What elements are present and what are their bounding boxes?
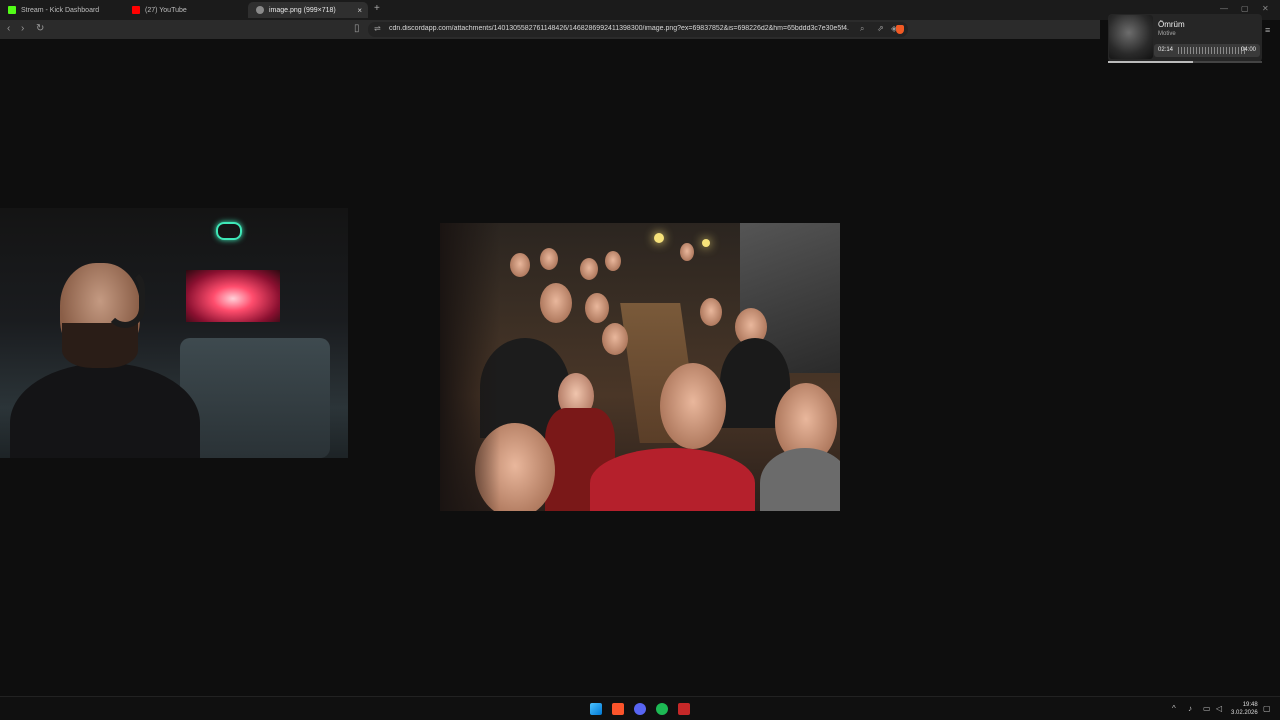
- tab-youtube[interactable]: (27) YouTube: [124, 2, 248, 18]
- person-face: [585, 293, 609, 323]
- webcam-feed: [0, 208, 348, 458]
- progress-track: [1108, 61, 1262, 63]
- tab-label: Stream - Kick Dashboard: [21, 6, 100, 14]
- share-icon[interactable]: ⇗: [877, 24, 884, 33]
- person-face: [510, 253, 530, 277]
- menu-icon[interactable]: ≡: [1265, 25, 1270, 35]
- background-sofa: [180, 338, 330, 458]
- clock-time: 19:48: [1242, 702, 1258, 708]
- background-tv: [186, 270, 280, 322]
- person-face: [680, 243, 694, 261]
- zoom-icon[interactable]: ⌕: [860, 24, 864, 34]
- ceiling-light: [654, 233, 664, 243]
- red-shirt: [590, 448, 755, 511]
- windows-start-icon[interactable]: [590, 703, 602, 715]
- left-shadow: [440, 223, 500, 511]
- album-art: [1109, 15, 1153, 59]
- tab-label: image.png (999×718): [269, 6, 336, 14]
- tray-overflow-icon[interactable]: ^: [1172, 704, 1176, 713]
- obs-icon[interactable]: [678, 703, 690, 715]
- person-body: [760, 448, 840, 511]
- minimize-icon[interactable]: —: [1220, 4, 1228, 13]
- notifications-icon[interactable]: ▢: [1263, 704, 1271, 713]
- displayed-image[interactable]: [440, 223, 840, 511]
- reload-icon[interactable]: ↻: [36, 23, 44, 34]
- streamer-body: [10, 363, 200, 458]
- site-settings-icon[interactable]: ⇌: [374, 24, 381, 33]
- person-face: [602, 323, 628, 355]
- total-time: 04:00: [1240, 47, 1256, 53]
- headset: [105, 268, 145, 328]
- streamer-beard: [62, 323, 138, 368]
- forward-icon[interactable]: ›: [21, 23, 24, 34]
- ceiling-light: [702, 239, 710, 247]
- person-face: [580, 258, 598, 280]
- spotify-icon[interactable]: [656, 703, 668, 715]
- tab-image-png[interactable]: image.png (999×718) ×: [248, 2, 368, 18]
- playback-bar: 02:14 04:00: [1154, 44, 1260, 57]
- brave-icon[interactable]: [612, 703, 624, 715]
- person-face: [540, 283, 572, 323]
- new-tab-button[interactable]: +: [374, 3, 380, 14]
- bookmark-icon[interactable]: ▯: [354, 23, 360, 34]
- tab-bar: Stream - Kick Dashboard (27) YouTube ima…: [0, 0, 1280, 20]
- address-bar[interactable]: ⇌ cdn.discordapp.com/attachments/1401305…: [368, 22, 908, 37]
- elapsed-time: 02:14: [1158, 47, 1174, 53]
- close-tab-icon[interactable]: ×: [357, 6, 362, 15]
- now-playing-widget: Ömrüm Motive 02:14 04:00: [1108, 14, 1262, 63]
- neon-sign: [216, 222, 242, 240]
- person-face: [700, 298, 722, 326]
- song-artist: Motive: [1158, 31, 1176, 37]
- discord-icon[interactable]: [634, 703, 646, 715]
- system-clock[interactable]: 19:48 3.02.2026: [1231, 701, 1258, 717]
- waveform: [1178, 47, 1246, 54]
- volume-icon[interactable]: ◁: [1216, 704, 1222, 713]
- back-icon[interactable]: ‹: [7, 23, 10, 34]
- network-icon[interactable]: ▭: [1203, 704, 1211, 713]
- song-title: Ömrüm: [1158, 20, 1185, 29]
- url-text[interactable]: cdn.discordapp.com/attachments/140130558…: [389, 25, 849, 32]
- maximize-icon[interactable]: ▢: [1241, 4, 1249, 13]
- kick-icon: [8, 6, 16, 14]
- clock-date: 3.02.2026: [1231, 710, 1258, 716]
- brave-rewards-icon[interactable]: [896, 25, 904, 34]
- person-face: [540, 248, 558, 270]
- person-face: [660, 363, 726, 449]
- youtube-icon: [132, 6, 140, 14]
- person-face: [605, 251, 621, 271]
- tab-kick-dashboard[interactable]: Stream - Kick Dashboard: [0, 2, 124, 18]
- taskbar: ^ ♪ ▭ ◁ 19:48 3.02.2026 ▢: [0, 696, 1280, 720]
- mic-icon[interactable]: ♪: [1188, 704, 1192, 713]
- globe-icon: [256, 6, 264, 14]
- close-window-icon[interactable]: ✕: [1262, 4, 1269, 13]
- progress-fill: [1108, 61, 1193, 63]
- tab-label: (27) YouTube: [145, 6, 187, 14]
